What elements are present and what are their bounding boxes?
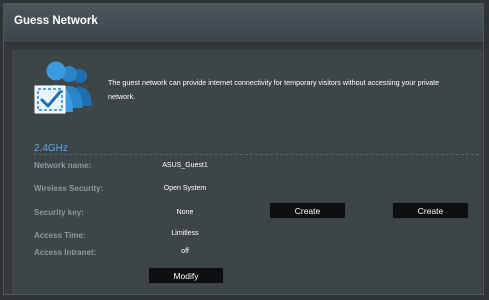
access-intranet-label: Access Intranet: xyxy=(34,248,97,257)
security-key-label: Security key: xyxy=(34,208,84,217)
band-label: 2.4GHz xyxy=(34,143,68,154)
create-button[interactable]: Create xyxy=(269,202,346,219)
panel-header: Guess Network xyxy=(4,4,483,43)
intro-description: The guest network can provide internet c… xyxy=(108,78,440,101)
network-name-label: Network name: xyxy=(34,161,92,170)
band-divider xyxy=(34,154,479,155)
wireless-security-value: Open System xyxy=(163,185,207,192)
wireless-security-label: Wireless Security: xyxy=(34,184,104,193)
page-title: Guess Network xyxy=(14,15,98,27)
guest-network-content: The guest network can provide internet c… xyxy=(12,50,482,294)
modify-button[interactable]: Modify xyxy=(148,267,224,284)
guest-network-panel: Guess Network The guest network can prov… xyxy=(3,3,484,295)
guest-users-icon xyxy=(34,61,92,114)
network-name-value: ASUS_Guest1 xyxy=(162,162,208,169)
access-time-label: Access Time: xyxy=(34,231,86,240)
access-time-value: Limitless xyxy=(171,230,199,237)
security-key-value: None xyxy=(176,209,194,216)
create-button-2[interactable]: Create xyxy=(392,202,469,219)
access-intranet-value: off xyxy=(181,248,189,255)
